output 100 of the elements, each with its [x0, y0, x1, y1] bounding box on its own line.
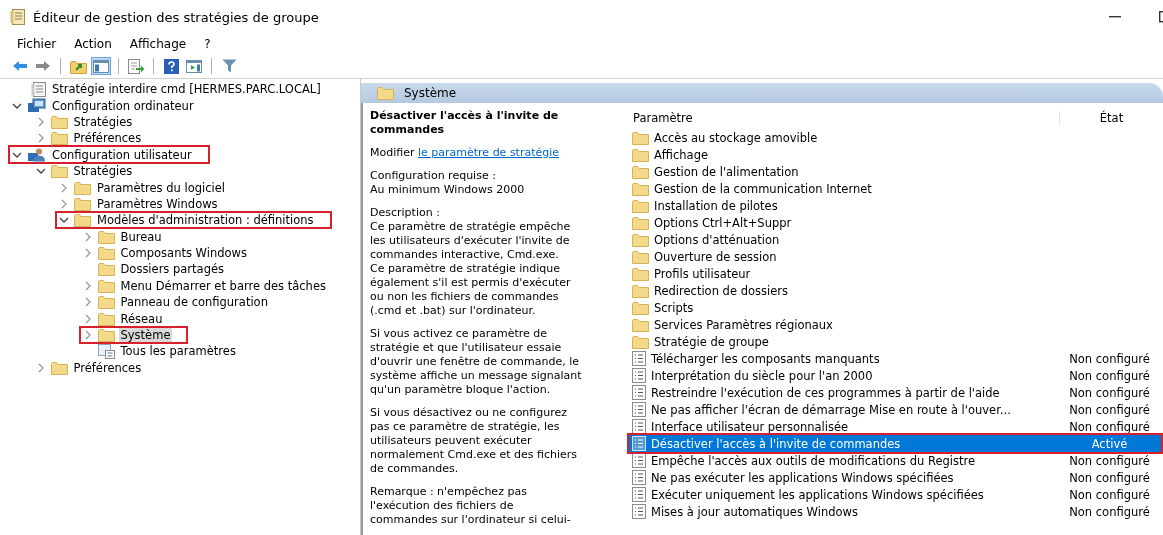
setting-row[interactable]: Désactiver l'accès à l'invite de commandes Activé — [629, 435, 1161, 452]
tree-item[interactable]: Panneau de configuration — [118, 295, 270, 310]
tree-item[interactable]: Préférences — [71, 131, 144, 146]
setting-state: Non configuré — [1068, 385, 1151, 400]
folder-icon — [632, 164, 649, 179]
description-text: Ce paramètre de stratégie empêche — [370, 220, 572, 234]
toolbar-button[interactable] — [126, 57, 146, 75]
folder-icon — [50, 164, 68, 179]
folder-icon — [50, 114, 68, 129]
setting-row[interactable]: Profils utilisateur — [629, 265, 1161, 282]
pane-title: Système — [404, 86, 457, 100]
policy-icon — [632, 487, 646, 502]
folder-icon — [97, 262, 115, 277]
tree-item[interactable]: Modèles d'administration : définitions — [95, 213, 316, 228]
menu-item[interactable]: ? — [204, 37, 211, 51]
folder-icon — [632, 232, 649, 247]
window-title: Éditeur de gestion des stratégies de groupe — [33, 9, 319, 25]
setting-row[interactable]: Installation de pilotes — [629, 197, 1161, 214]
setting-row[interactable]: Restreindre l'exécution de ces programmes à partir de l'aide Non configuré — [629, 384, 1161, 401]
policy-icon — [632, 504, 646, 519]
setting-row[interactable]: Télécharger les composants manquants Non configuré — [629, 350, 1161, 367]
minimize-icon[interactable] — [1109, 16, 1121, 18]
description-text: de commandes. — [370, 462, 460, 476]
back-arrow-icon — [12, 60, 28, 72]
setting-row[interactable]: Ne pas exécuter les applications Windows spécifiées Non configuré — [629, 469, 1161, 486]
setting-row[interactable]: Services Paramètres régionaux — [629, 316, 1161, 333]
folder-icon — [632, 249, 649, 264]
tree-item[interactable]: Configuration utilisateur — [50, 147, 194, 162]
setting-row[interactable]: Ouverture de session — [629, 248, 1161, 265]
menu-item[interactable]: Action — [74, 37, 112, 51]
tree-item[interactable]: Bureau — [118, 229, 164, 244]
tree-item[interactable]: Composants Windows — [118, 246, 249, 261]
toolbar-button[interactable] — [161, 57, 181, 75]
description-text: (.cmd et .bat) sur l'ordinateur. — [370, 304, 537, 318]
setting-row[interactable]: Affichage — [629, 146, 1161, 163]
setting-state: Non configuré — [1068, 402, 1151, 417]
policy-icon — [632, 385, 646, 400]
tree-item[interactable]: Préférences — [71, 360, 144, 375]
setting-row[interactable]: Options d'atténuation — [629, 231, 1161, 248]
setting-state: Non configuré — [1068, 453, 1151, 468]
tree-item[interactable]: Système — [118, 328, 173, 343]
setting-name: Interprétation du siècle pour l'an 2000 — [651, 368, 873, 383]
tree-item[interactable]: Réseau — [118, 311, 165, 326]
policy-icon — [632, 368, 646, 383]
maximize-icon[interactable] — [1159, 11, 1163, 23]
setting-row[interactable]: Stratégie de groupe — [629, 333, 1161, 350]
tree-item[interactable]: Paramètres Windows — [95, 196, 220, 211]
setting-row[interactable]: Redirection de dossiers — [629, 282, 1161, 299]
tree-item[interactable]: Paramètres du logiciel — [95, 180, 227, 195]
setting-name: Télécharger les composants manquants — [651, 351, 880, 366]
description-text: d'ouvrir une fenêtre de commande, le — [370, 355, 580, 369]
menu-item[interactable]: Affichage — [129, 37, 187, 51]
tree-item[interactable]: Stratégies — [71, 114, 135, 129]
description-text: Remarque : n'empêchez pas — [370, 485, 528, 499]
description-text: Au minimum Windows 2000 — [370, 183, 526, 197]
setting-row[interactable]: Gestion de l'alimentation — [629, 163, 1161, 180]
tree-item[interactable]: Stratégie interdire cmd [HERMES.PARC.LOCAL] — [50, 82, 323, 97]
setting-name: Services Paramètres régionaux — [654, 317, 833, 332]
description-text: système affiche un message signalant — [370, 369, 583, 383]
setting-row[interactable]: Accès au stockage amovible — [629, 129, 1161, 146]
tree-item[interactable]: Menu Démarrer et barre des tâches — [118, 278, 328, 293]
policy-icon — [632, 402, 646, 417]
tree-item[interactable]: Configuration ordinateur — [50, 98, 196, 113]
tree-item[interactable]: Tous les paramètres — [118, 344, 238, 359]
setting-row[interactable]: Interface utilisateur personnalisée Non configuré — [629, 418, 1161, 435]
description-text: ou non les fichiers de commandes — [370, 290, 560, 304]
edit-policy-link[interactable]: le paramètre de stratégie — [418, 146, 560, 159]
description-text: Configuration requise : — [370, 169, 497, 183]
column-header[interactable]: Paramètre — [623, 111, 1059, 125]
setting-name: Gestion de l'alimentation — [654, 164, 799, 179]
column-header[interactable]: État — [1059, 111, 1163, 125]
folder-icon — [377, 86, 394, 100]
computer-icon — [27, 98, 46, 114]
setting-row[interactable]: Empêche l'accès aux outils de modifications du Registre Non configuré — [629, 452, 1161, 469]
folder-icon — [74, 213, 91, 228]
folder-icon — [632, 130, 649, 145]
setting-state: Non configuré — [1068, 368, 1151, 383]
folder-icon — [74, 180, 91, 195]
setting-name: Options Ctrl+Alt+Suppr — [654, 215, 792, 230]
description-text: utilisateurs peuvent exécuter — [370, 434, 533, 448]
setting-row[interactable]: Scripts — [629, 299, 1161, 316]
tree-item[interactable]: Stratégies — [71, 164, 135, 179]
tree-item[interactable]: Dossiers partagés — [118, 262, 227, 277]
description-text: Si vous désactivez ou ne configurez — [370, 406, 569, 420]
setting-row[interactable]: Options Ctrl+Alt+Suppr — [629, 214, 1161, 231]
folder-icon — [97, 278, 115, 293]
setting-row[interactable]: Exécuter uniquement les applications Windows spécifiées Non configuré — [629, 486, 1161, 503]
policy-icon — [632, 351, 646, 366]
description-text: Ce paramètre de stratégie indique — [370, 262, 561, 276]
setting-row[interactable]: Interprétation du siècle pour l'an 2000 Non configuré — [629, 367, 1161, 384]
setting-name: Exécuter uniquement les applications Windows spécifiées — [651, 487, 984, 502]
setting-row[interactable]: Mises à jour automatiques Windows Non configuré — [629, 503, 1161, 520]
folder-icon — [97, 295, 115, 310]
toolbar-button[interactable] — [91, 57, 111, 75]
toolbar-button[interactable] — [184, 57, 204, 75]
setting-row[interactable]: Gestion de la communication Internet — [629, 180, 1161, 197]
folder-icon — [632, 147, 649, 162]
menu-item[interactable]: Fichier — [17, 37, 57, 51]
setting-name: Ne pas afficher l'écran de démarrage Mise en route à l'ouver... — [651, 402, 1011, 417]
setting-row[interactable]: Ne pas afficher l'écran de démarrage Mise en route à l'ouver... Non configuré — [629, 401, 1161, 418]
